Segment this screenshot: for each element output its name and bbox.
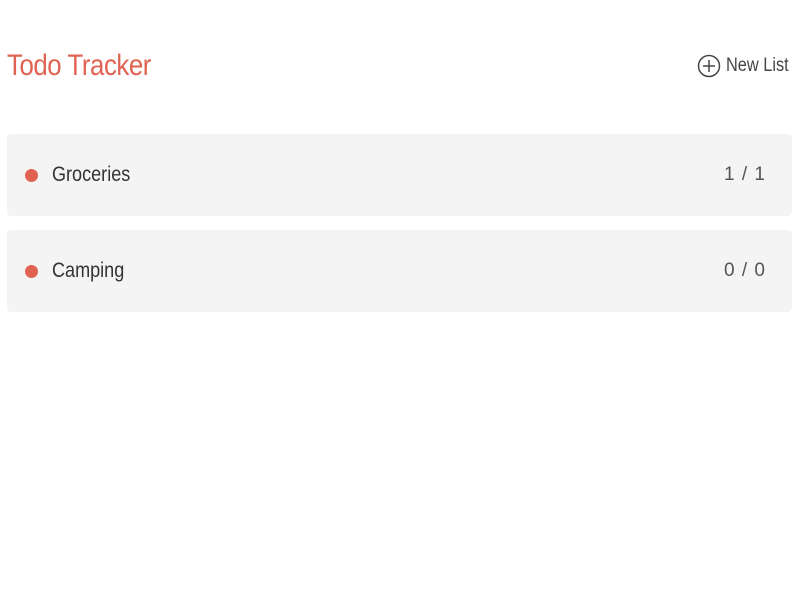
header: Todo Tracker New List: [7, 40, 789, 92]
list-name: Groceries: [52, 163, 131, 186]
list-item-groceries[interactable]: Groceries 1 / 1: [7, 134, 792, 216]
new-list-button[interactable]: New List: [697, 54, 789, 78]
new-list-label: New List: [726, 55, 789, 76]
list-color-dot: [25, 168, 38, 182]
list-count: 1 / 1: [724, 164, 766, 185]
list-item-camping[interactable]: Camping 0 / 0: [7, 230, 792, 312]
todo-lists: Groceries 1 / 1 Camping 0 / 0: [7, 134, 792, 326]
app-title: Todo Tracker: [7, 49, 151, 82]
plus-circle-icon: [697, 54, 721, 78]
list-count: 0 / 0: [724, 260, 766, 281]
todo-tracker-app: Todo Tracker New List Groceries 1 / 1 Ca…: [0, 0, 800, 600]
list-color-dot: [25, 264, 38, 278]
list-name: Camping: [52, 259, 125, 282]
